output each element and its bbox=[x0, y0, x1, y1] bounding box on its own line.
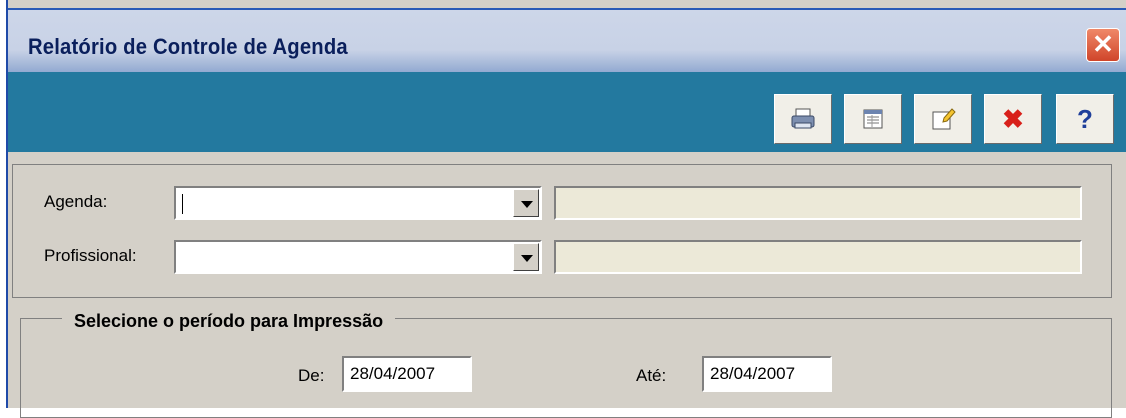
cancel-button[interactable]: ✖ bbox=[984, 94, 1042, 144]
printer-icon bbox=[791, 108, 815, 129]
period-legend: Selecione o período para Impressão bbox=[62, 311, 396, 332]
window-title: Relatório de Controle de Agenda bbox=[28, 34, 348, 59]
report-icon bbox=[863, 109, 883, 129]
agenda-combo[interactable] bbox=[174, 186, 542, 220]
period-group bbox=[20, 318, 1112, 418]
profissional-description-field bbox=[554, 240, 1082, 274]
close-icon: ✕ bbox=[1092, 29, 1114, 59]
close-window-button[interactable]: ✕ bbox=[1086, 28, 1120, 62]
question-icon: ? bbox=[1077, 104, 1093, 134]
report-window: Relatório de Controle de Agenda ✕ ✖ ? Ag… bbox=[6, 0, 1126, 418]
to-date-input[interactable]: 28/04/2007 bbox=[702, 356, 832, 392]
help-button[interactable]: ? bbox=[1056, 94, 1114, 144]
from-date-input[interactable]: 28/04/2007 bbox=[342, 356, 472, 392]
print-button[interactable] bbox=[774, 94, 832, 144]
preview-button[interactable] bbox=[844, 94, 902, 144]
edit-button[interactable] bbox=[914, 94, 972, 144]
agenda-dropdown-button[interactable] bbox=[513, 189, 539, 217]
profissional-label: Profissional: bbox=[44, 246, 137, 265]
to-date-label: Até: bbox=[636, 366, 667, 385]
profissional-dropdown-button[interactable] bbox=[513, 243, 539, 271]
text-cursor bbox=[182, 194, 183, 214]
title-bar[interactable]: Relatório de Controle de Agenda ✕ bbox=[8, 8, 1126, 82]
filter-panel bbox=[12, 164, 1112, 298]
red-x-icon: ✖ bbox=[1002, 104, 1024, 134]
agenda-description-field bbox=[554, 186, 1082, 220]
agenda-label: Agenda: bbox=[44, 192, 108, 211]
edit-note-icon bbox=[932, 108, 956, 130]
from-date-label: De: bbox=[298, 366, 325, 385]
profissional-combo[interactable] bbox=[174, 240, 542, 274]
toolbar: ✖ ? bbox=[8, 72, 1126, 152]
